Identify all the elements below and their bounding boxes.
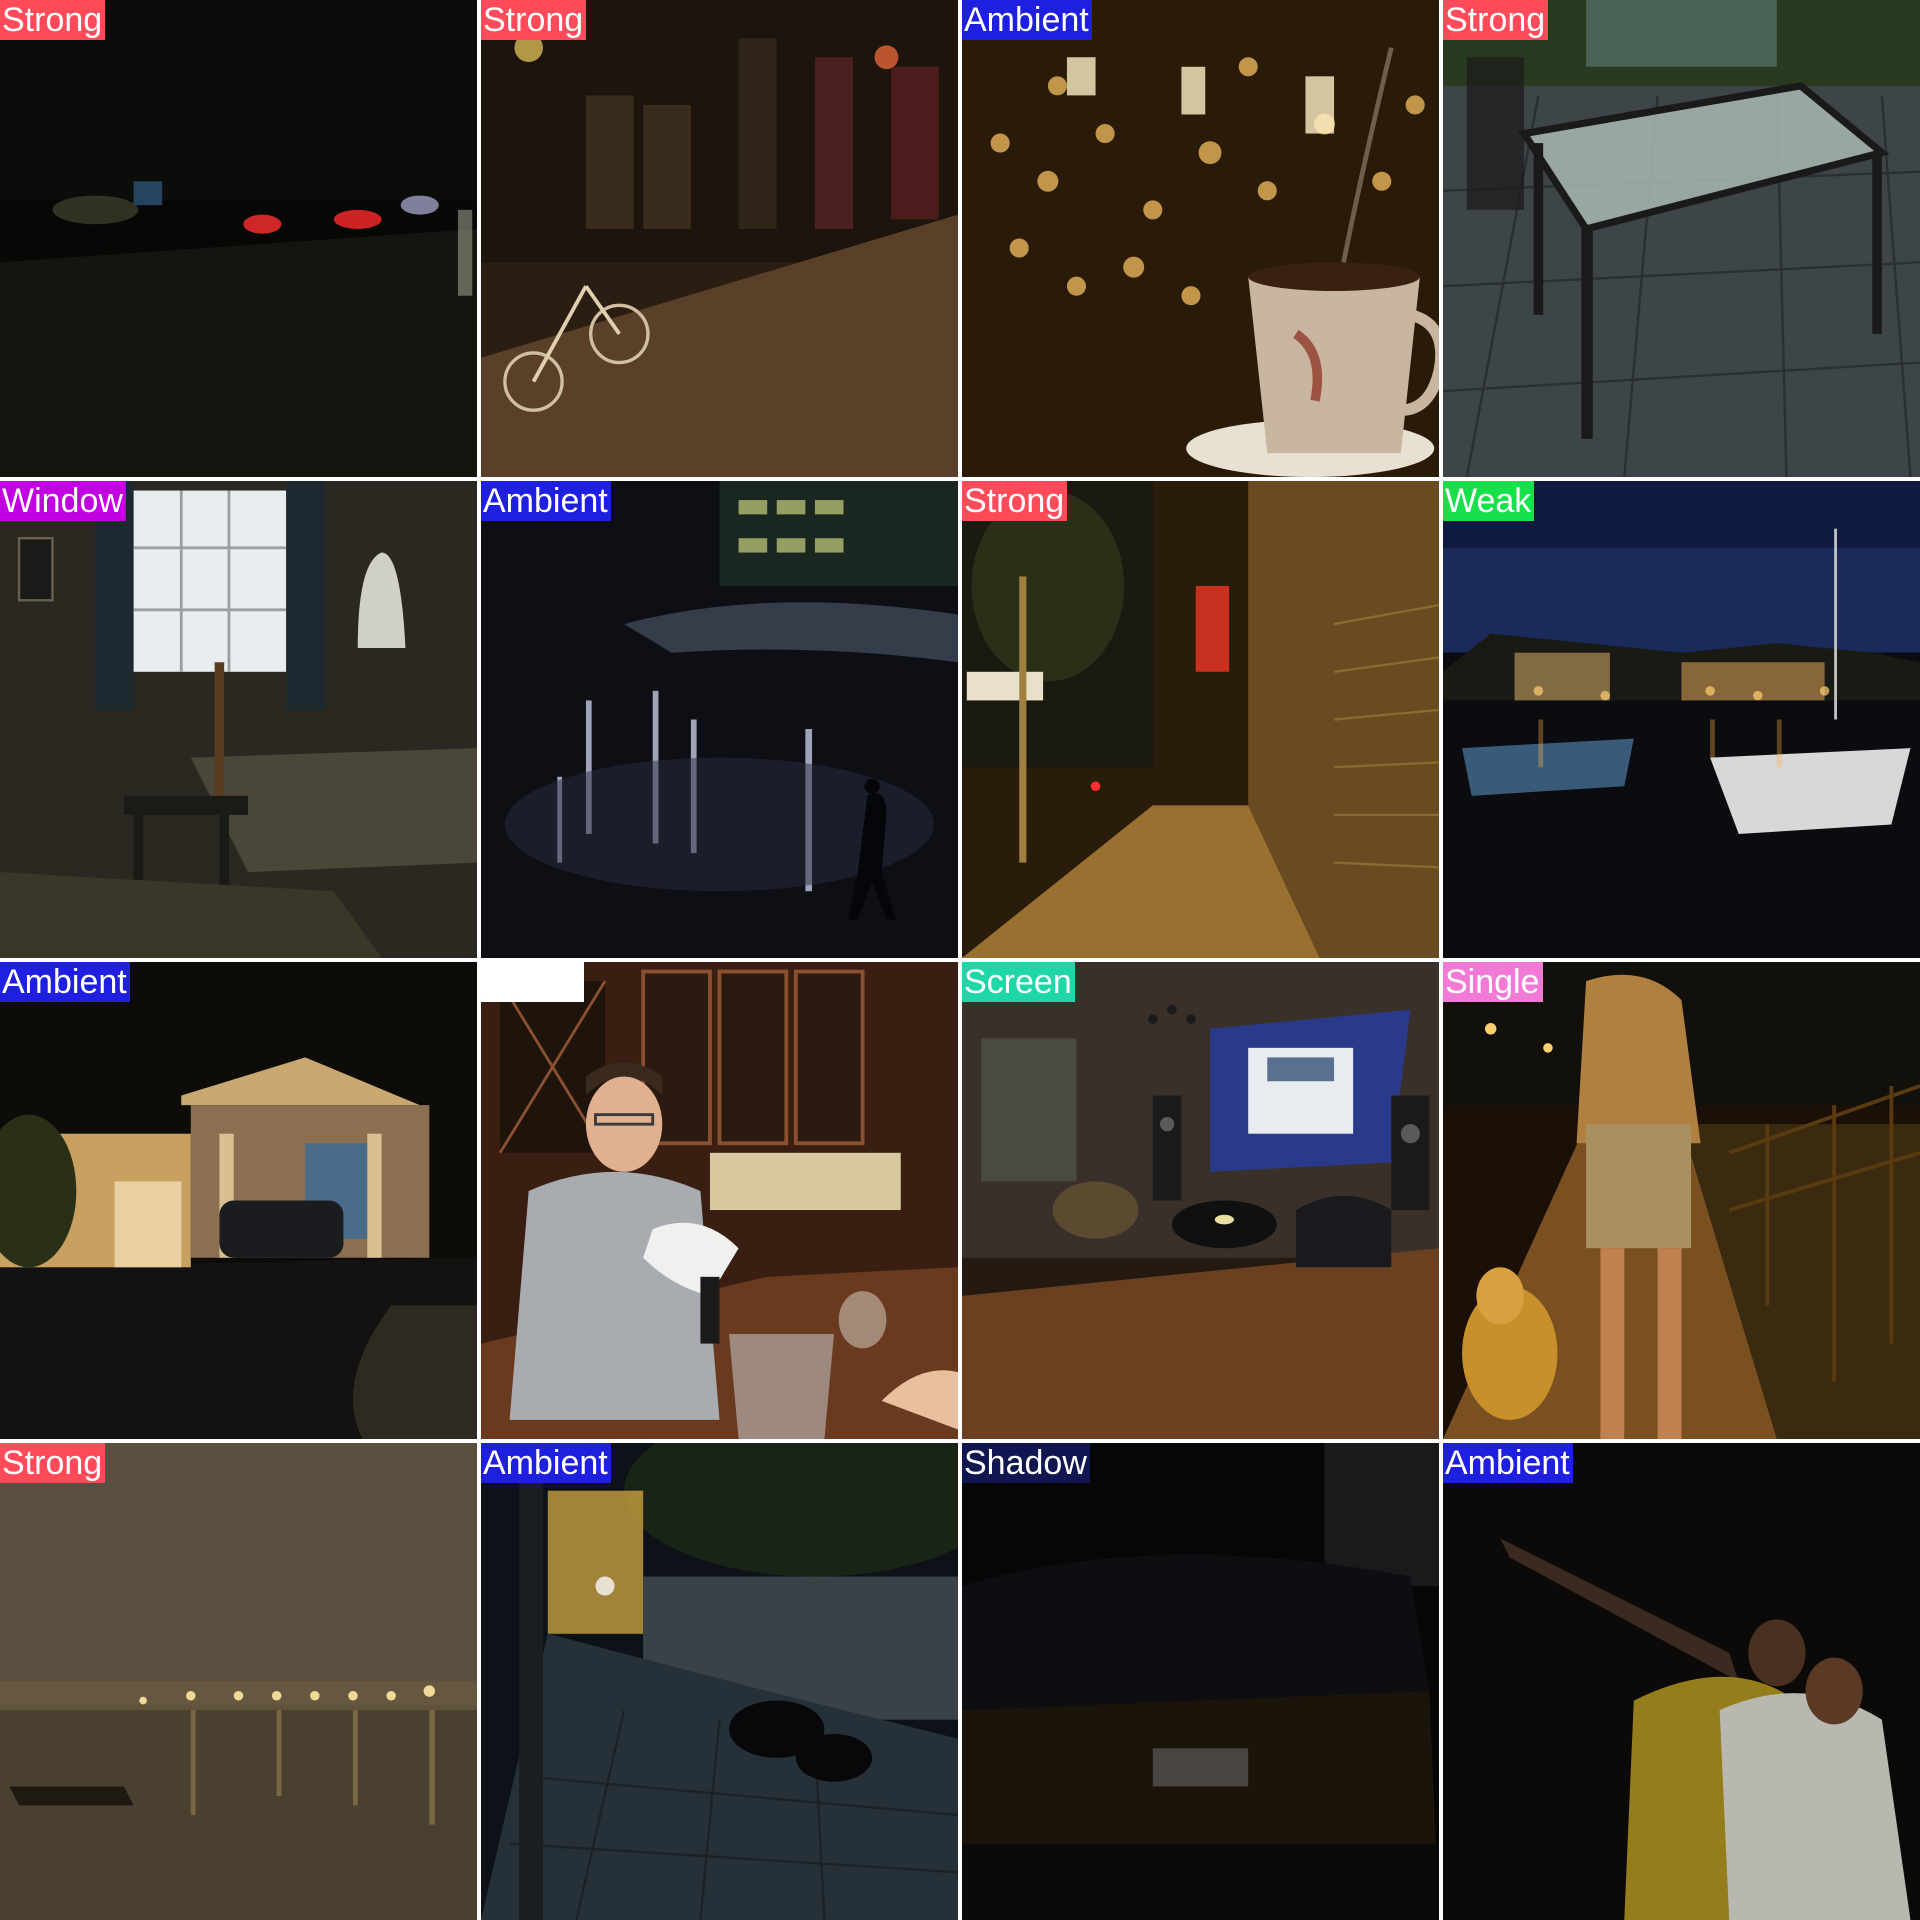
tile-label: Ambient [0, 962, 130, 1002]
coffee-cup-photo [962, 0, 1439, 477]
tile-label: Weak [1443, 481, 1535, 521]
tile-label: Strong [0, 1443, 106, 1483]
tile-label: Window [0, 481, 126, 521]
photo-tile: Strong [962, 481, 1439, 958]
tile-label: Strong [481, 0, 587, 40]
wet-tarmac-photo [481, 481, 958, 958]
photo-tile: Shadow [962, 1443, 1439, 1920]
night-street-photo [0, 0, 477, 477]
old-street-bicycle-photo [481, 0, 958, 477]
man-walking-dog-photo [1443, 962, 1920, 1439]
image-grid: Strong Strong Ambient Strong Window Ambi… [0, 0, 1920, 1920]
tile-label: Ambient [1443, 1443, 1573, 1483]
photo-tile: Object [481, 962, 958, 1439]
photo-tile: Ambient [0, 962, 477, 1439]
alley-scooters-photo [481, 1443, 958, 1920]
photo-tile: Ambient [481, 481, 958, 958]
wine-bar-photo [481, 962, 958, 1439]
photo-tile: Window [0, 481, 477, 958]
photo-tile: Ambient [1443, 1443, 1920, 1920]
photo-tile: Single [1443, 962, 1920, 1439]
tile-label: Screen [962, 962, 1075, 1002]
tile-label: Strong [0, 0, 106, 40]
tile-label: Object [481, 962, 585, 1002]
tile-label: Ambient [962, 0, 1092, 40]
harbor-dusk-photo [1443, 481, 1920, 958]
tile-label: Shadow [962, 1443, 1090, 1483]
photo-tile: Strong [1443, 0, 1920, 477]
foggy-river-photo [0, 1443, 477, 1920]
people-pointing-photo [1443, 1443, 1920, 1920]
photo-tile: Strong [0, 0, 477, 477]
tile-label: Strong [962, 481, 1068, 521]
dark-car-photo [962, 1443, 1439, 1920]
tile-label: Strong [1443, 0, 1549, 40]
living-room-projector-photo [962, 962, 1439, 1439]
photo-tile: Strong [481, 0, 958, 477]
sidewalk-shutters-photo [962, 481, 1439, 958]
tile-label: Ambient [481, 481, 611, 521]
tile-label: Single [1443, 962, 1543, 1002]
tile-label: Ambient [481, 1443, 611, 1483]
photo-tile: Ambient [481, 1443, 958, 1920]
house-night-photo [0, 962, 477, 1439]
photo-tile: Strong [0, 1443, 477, 1920]
photo-tile: Screen [962, 962, 1439, 1439]
patio-table-photo [1443, 0, 1920, 477]
photo-tile: Weak [1443, 481, 1920, 958]
bedroom-window-photo [0, 481, 477, 958]
photo-tile: Ambient [962, 0, 1439, 477]
